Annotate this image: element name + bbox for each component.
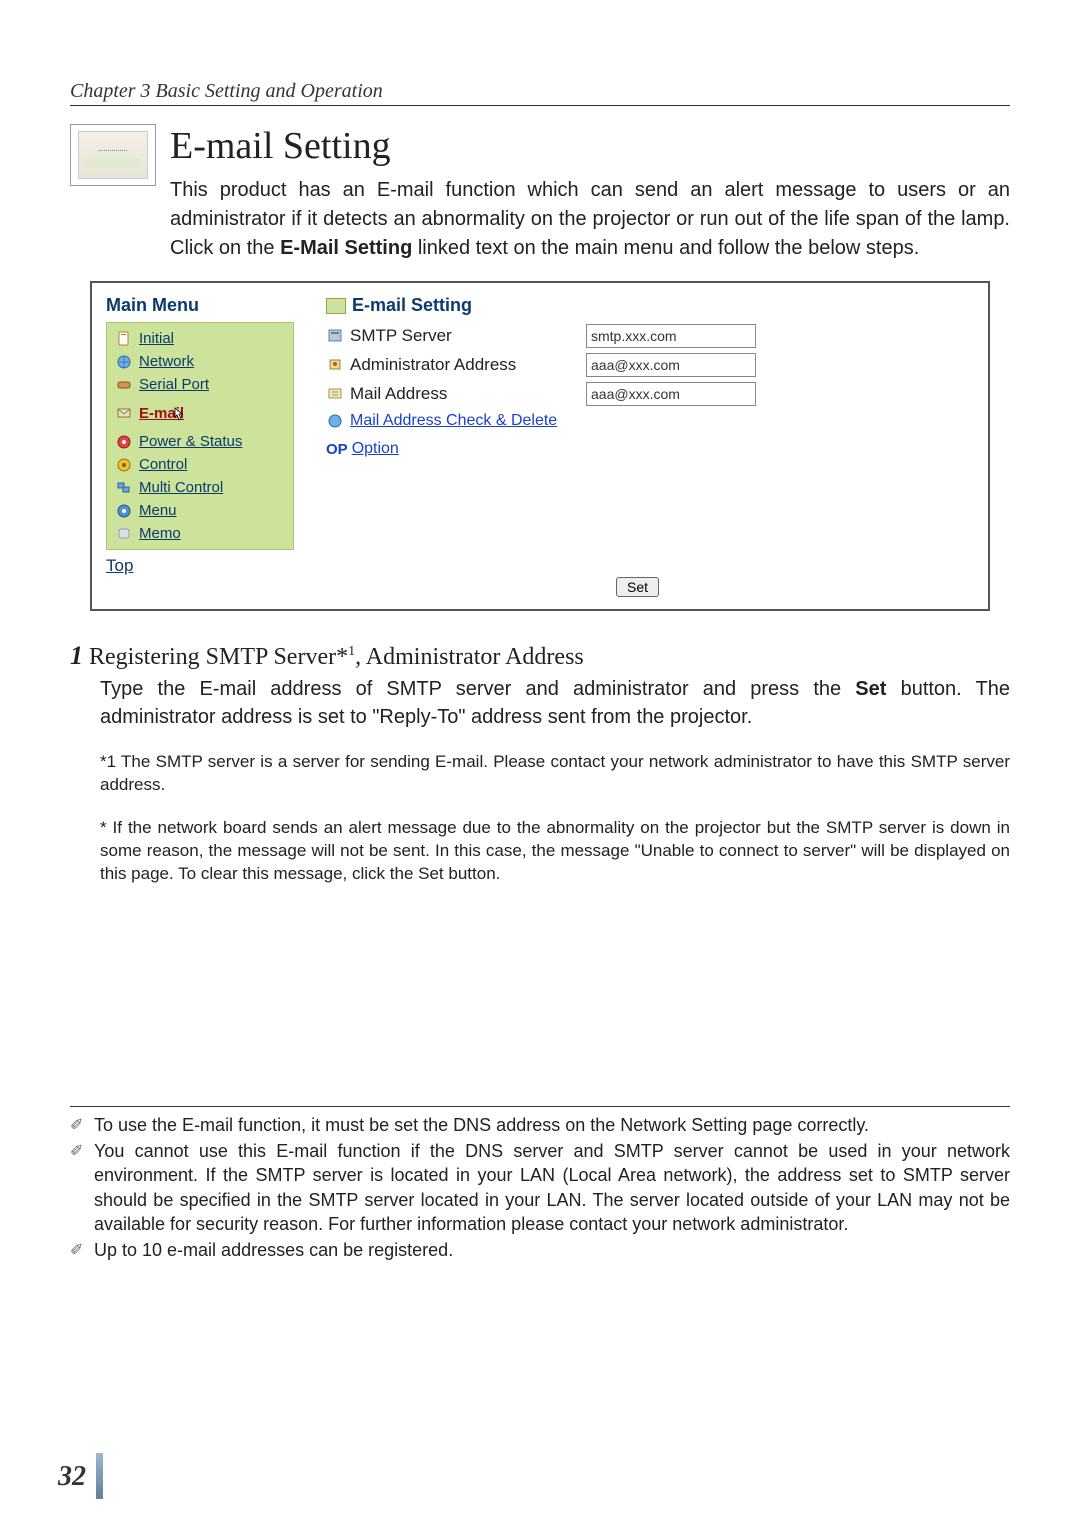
- mail-address-row: Mail Address: [326, 382, 978, 406]
- option-row: OP Option: [326, 440, 978, 458]
- port-icon: [115, 377, 133, 393]
- step-heading-a: Registering SMTP Server*: [89, 644, 348, 670]
- smtp-server-input[interactable]: [586, 324, 756, 348]
- envelope-icon: [115, 405, 133, 421]
- intro-text-b: linked text on the main menu and follow …: [412, 237, 919, 259]
- note-2: * If the network board sends an alert me…: [100, 817, 1010, 886]
- set-button[interactable]: Set: [616, 577, 659, 597]
- option-link[interactable]: Option: [352, 440, 399, 458]
- note-2-a: * If the network board sends an alert me…: [100, 818, 1010, 883]
- note-2-bold: Set: [418, 864, 444, 883]
- admin-address-row: Administrator Address: [326, 353, 978, 377]
- mail-check-delete-text: Mail Address Check & Delete: [350, 412, 557, 430]
- envelope-icon: [326, 298, 346, 314]
- hand-icon: ✐: [70, 1113, 88, 1137]
- footnote-3-text: Up to 10 e-mail addresses can be registe…: [94, 1238, 1010, 1262]
- smtp-server-label: SMTP Server: [350, 326, 452, 346]
- mail-icon: [326, 386, 344, 402]
- menu-item-email[interactable]: E-mail: [113, 396, 287, 430]
- menu-item-label: Multi Control: [139, 479, 223, 496]
- memo-icon: [115, 526, 133, 542]
- main-menu-list: Initial Network Serial Port E-mail: [106, 322, 294, 550]
- step-body-bold: Set: [855, 678, 886, 700]
- smtp-server-row: SMTP Server: [326, 324, 978, 348]
- note-1: *1 The SMTP server is a server for sendi…: [100, 751, 1010, 797]
- power-icon: [115, 434, 133, 450]
- menu-item-label: Menu: [139, 502, 177, 519]
- op-badge: OP: [326, 441, 348, 458]
- multi-icon: [115, 480, 133, 496]
- menu-item-label: Memo: [139, 525, 181, 542]
- footnote-3: ✐ Up to 10 e-mail addresses can be regis…: [70, 1238, 1010, 1262]
- step-body: Type the E-mail address of SMTP server a…: [100, 675, 1010, 731]
- footnote-1: ✐ To use the E-mail function, it must be…: [70, 1113, 1010, 1137]
- thumbnail-frame: [70, 124, 156, 186]
- control-icon: [115, 457, 133, 473]
- panel-title: E-mail Setting: [326, 295, 978, 316]
- page-number-bar: [96, 1453, 103, 1499]
- footnote-2-text: You cannot use this E-mail function if t…: [94, 1139, 1010, 1236]
- footnotes: ✐ To use the E-mail function, it must be…: [70, 1106, 1010, 1263]
- screenshot-box: Main Menu Initial Network Serial Port: [90, 281, 990, 611]
- mail-address-input[interactable]: [586, 382, 756, 406]
- email-setting-panel: E-mail Setting SMTP Server Administrator…: [316, 283, 988, 609]
- main-menu-column: Main Menu Initial Network Serial Port: [92, 283, 316, 609]
- hand-icon: ✐: [70, 1238, 88, 1262]
- menu-item-control[interactable]: Control: [113, 453, 287, 476]
- cursor-icon: [172, 407, 186, 427]
- note-2-b: button.: [444, 864, 501, 883]
- menu-item-label: Power & Status: [139, 433, 242, 450]
- menu-item-multi-control[interactable]: Multi Control: [113, 476, 287, 499]
- note-1-text: *1 The SMTP server is a server for sendi…: [100, 752, 1010, 794]
- menu-item-serial-port[interactable]: Serial Port: [113, 373, 287, 396]
- mail-check-delete-link[interactable]: Mail Address Check & Delete: [326, 412, 978, 430]
- step-number: 1: [70, 641, 83, 671]
- intro-paragraph: This product has an E-mail function whic…: [170, 176, 1010, 263]
- admin-address-label: Administrator Address: [350, 355, 516, 375]
- thumbnail-image: [78, 131, 148, 179]
- page-number: 32: [58, 1461, 86, 1493]
- menu-item-label: Initial: [139, 330, 174, 347]
- globe-icon: [326, 413, 344, 429]
- top-link[interactable]: Top: [106, 556, 133, 576]
- main-menu-title: Main Menu: [106, 295, 316, 316]
- page-title: E-mail Setting: [170, 124, 1010, 168]
- admin-icon: [326, 357, 344, 373]
- server-icon: [326, 328, 344, 344]
- menu-item-network[interactable]: Network: [113, 350, 287, 373]
- menu-item-label: Serial Port: [139, 376, 209, 393]
- title-row: E-mail Setting This product has an E-mai…: [70, 124, 1010, 263]
- panel-title-text: E-mail Setting: [352, 295, 472, 316]
- mail-address-label: Mail Address: [350, 384, 447, 404]
- gear-icon: [115, 503, 133, 519]
- menu-item-label: Network: [139, 353, 194, 370]
- footnote-2: ✐ You cannot use this E-mail function if…: [70, 1139, 1010, 1236]
- page-icon: [115, 331, 133, 347]
- menu-item-power-status[interactable]: Power & Status: [113, 430, 287, 453]
- menu-item-initial[interactable]: Initial: [113, 327, 287, 350]
- admin-address-input[interactable]: [586, 353, 756, 377]
- menu-item-memo[interactable]: Memo: [113, 522, 287, 545]
- menu-item-label: Control: [139, 456, 187, 473]
- footnote-1-text: To use the E-mail function, it must be s…: [94, 1113, 1010, 1137]
- step-body-a: Type the E-mail address of SMTP server a…: [100, 678, 855, 700]
- globe-icon: [115, 354, 133, 370]
- menu-item-menu[interactable]: Menu: [113, 499, 287, 522]
- chapter-header: Chapter 3 Basic Setting and Operation: [70, 80, 1010, 106]
- hand-icon: ✐: [70, 1139, 88, 1163]
- step-heading-b: , Administrator Address: [355, 644, 584, 670]
- intro-bold: E-Mail Setting: [280, 237, 412, 259]
- step-heading: 1 Registering SMTP Server*1, Administrat…: [70, 641, 1010, 671]
